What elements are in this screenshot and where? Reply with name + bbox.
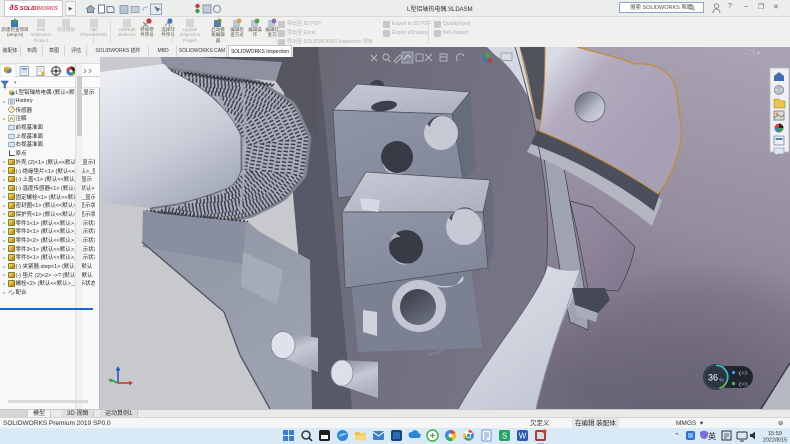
svg-text:2022/8/15: 2022/8/15 <box>763 438 787 444</box>
svg-text:W: W <box>519 432 527 441</box>
svg-text:15:59: 15:59 <box>768 431 782 437</box>
svg-text:⌃: ⌃ <box>674 432 680 440</box>
svg-text:英: 英 <box>708 431 716 441</box>
svg-text:%: % <box>720 378 724 383</box>
svg-text:‒ ❐ ✕: ‒ ❐ ✕ <box>744 50 761 57</box>
svg-text:S: S <box>502 432 507 441</box>
svg-text:36: 36 <box>708 373 718 383</box>
